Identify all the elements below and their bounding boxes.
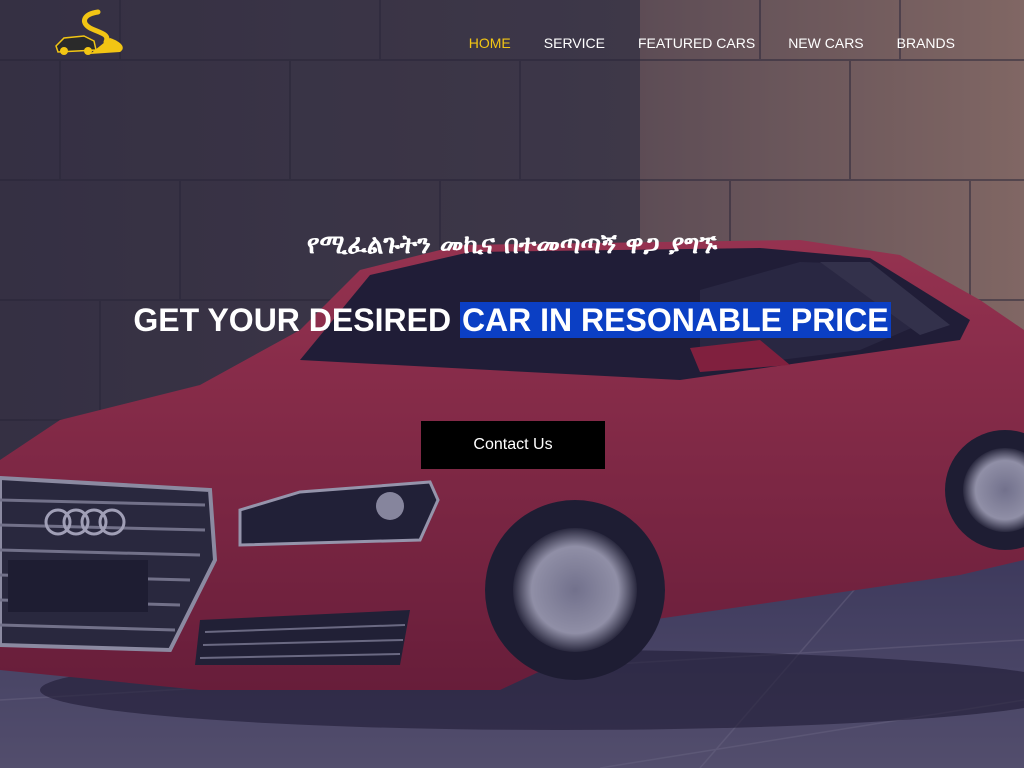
nav-featured-cars[interactable]: FEATURED CARS — [638, 35, 755, 51]
nav-brands[interactable]: BRANDS — [897, 35, 955, 51]
car-swoosh-logo[interactable] — [50, 8, 136, 58]
headline-highlight: CAR IN RESONABLE PRICE — [459, 302, 891, 338]
contact-us-button[interactable]: Contact Us — [421, 421, 605, 469]
nav-menu: HOME SERVICE FEATURED CARS NEW CARS BRAN… — [436, 35, 955, 51]
top-navbar: HOME SERVICE FEATURED CARS NEW CARS BRAN… — [0, 0, 1024, 88]
nav-service[interactable]: SERVICE — [544, 35, 605, 51]
hero-background-image — [0, 0, 1024, 768]
nav-new-cars[interactable]: NEW CARS — [788, 35, 863, 51]
hero-tagline-amharic: የሚፈልጉትን መኪና በተመጣጣኝ ዋጋ ያግኙ — [306, 230, 718, 260]
hero-section — [0, 0, 1024, 768]
nav-home[interactable]: HOME — [469, 35, 511, 51]
hero-headline: GET YOUR DESIRED CAR IN RESONABLE PRICE — [0, 302, 1024, 339]
headline-plain: GET YOUR DESIRED — [133, 302, 452, 338]
